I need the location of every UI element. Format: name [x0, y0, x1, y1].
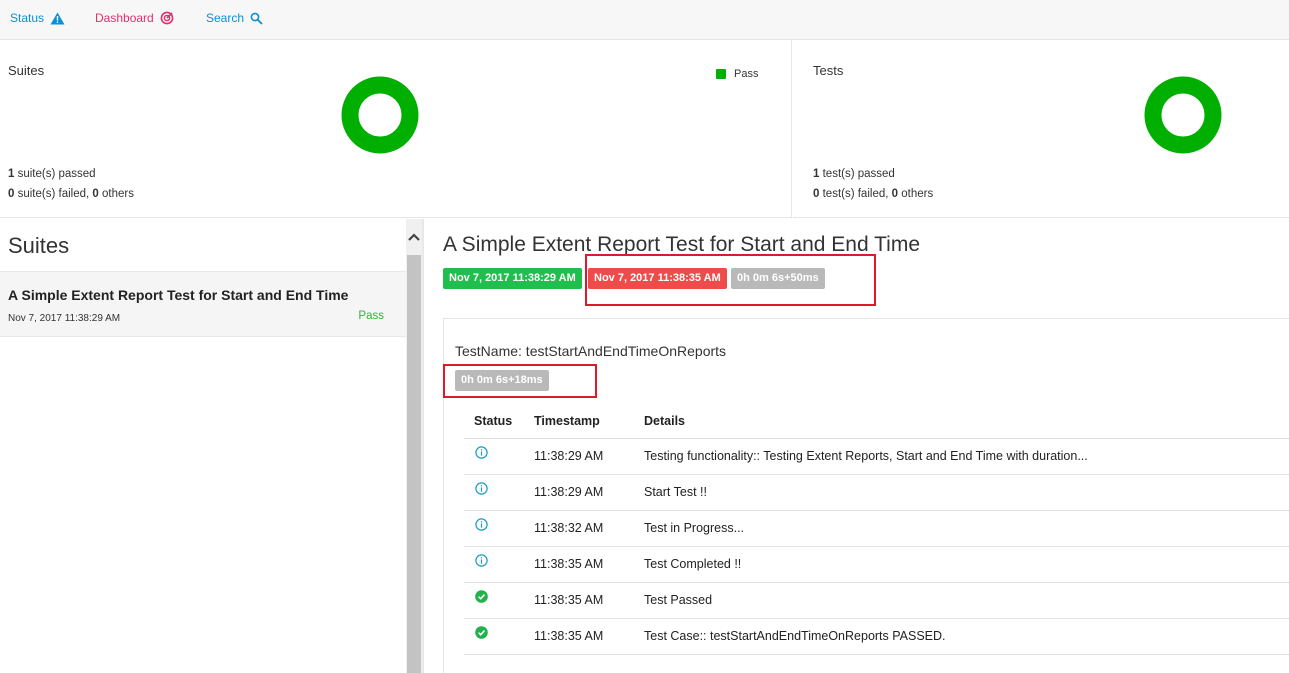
log-timestamp: 11:38:35 AM — [524, 582, 634, 619]
tests-others-text: others — [898, 188, 934, 200]
suite-list-panel: Suites A Simple Extent Report Test for S… — [0, 219, 406, 673]
suites-donut-pass-arc — [341, 76, 419, 154]
tests-failed-stat: 0 test(s) failed, 0 others — [813, 188, 933, 200]
suites-legend: Pass — [716, 68, 758, 80]
node-duration-highlight — [443, 364, 597, 398]
warning-icon — [50, 12, 65, 24]
suites-card-title: Suites — [8, 63, 45, 78]
log-table: Status Timestamp Details 11:38:29 AM Tes… — [464, 405, 1289, 655]
panel-divider — [422, 219, 424, 673]
scroll-up-button[interactable] — [406, 219, 422, 255]
log-row: 11:38:29 AM Testing functionality:: Test… — [464, 438, 1289, 475]
search-icon — [250, 12, 263, 25]
suite-item-status: Pass — [358, 310, 384, 322]
test-node-name: TestName: testStartAndEndTimeOnReports — [455, 343, 727, 359]
top-nav: Status Dashboard Search — [0, 0, 1289, 40]
suite-list-item[interactable]: A Simple Extent Report Test for Start an… — [0, 271, 406, 337]
tests-donut-pass-arc — [1144, 76, 1222, 154]
log-header-row: Status Timestamp Details — [464, 405, 1289, 439]
scroll-thumb[interactable] — [407, 255, 421, 673]
info-icon — [475, 446, 488, 459]
tests-passed-text: test(s) passed — [819, 168, 895, 180]
start-time-badge: Nov 7, 2017 11:38:29 AM — [443, 268, 582, 289]
dashboard-icon — [160, 11, 174, 25]
log-details: Test in Progress... — [634, 510, 1289, 547]
log-row: 11:38:29 AM Start Test !! — [464, 474, 1289, 511]
check-icon — [475, 590, 488, 603]
log-timestamp: 11:38:35 AM — [524, 546, 634, 583]
log-status-cell — [464, 510, 524, 547]
log-status-cell — [464, 582, 524, 619]
tests-donut-chart — [1144, 76, 1222, 154]
nav-search[interactable]: Search — [206, 11, 263, 25]
log-timestamp: 11:38:29 AM — [524, 438, 634, 475]
log-timestamp: 11:38:35 AM — [524, 618, 634, 655]
suites-others-text: others — [98, 188, 134, 200]
log-details: Testing functionality:: Testing Extent R… — [634, 438, 1289, 475]
chevron-up-icon — [408, 233, 420, 241]
log-status-cell — [464, 546, 524, 583]
end-time-duration-highlight — [585, 254, 876, 306]
suites-failed-text: suite(s) failed, — [14, 188, 93, 200]
log-status-cell — [464, 438, 524, 475]
log-details: Test Passed — [634, 582, 1289, 619]
suite-list-title: Suites — [8, 233, 70, 258]
log-status-cell — [464, 474, 524, 511]
tests-passed-stat: 1 test(s) passed — [813, 168, 895, 180]
log-status-cell — [464, 618, 524, 655]
suites-summary-card: Suites Pass 1 suite(s) passed 0 suite(s)… — [0, 40, 792, 218]
log-details: Test Case:: testStartAndEndTimeOnReports… — [634, 618, 1289, 655]
log-timestamp: 11:38:32 AM — [524, 510, 634, 547]
log-row: 11:38:32 AM Test in Progress... — [464, 510, 1289, 547]
status-column-header: Status — [464, 405, 524, 439]
nav-status-label: Status — [10, 11, 45, 25]
suite-item-name: A Simple Extent Report Test for Start an… — [8, 287, 349, 303]
tests-summary-card: Tests 1 test(s) passed 0 test(s) failed,… — [793, 40, 1289, 218]
log-row: 11:38:35 AM Test Passed — [464, 582, 1289, 619]
nav-search-label: Search — [206, 11, 245, 25]
info-icon — [475, 518, 488, 531]
details-column-header: Details — [634, 405, 1289, 439]
log-details: Test Completed !! — [634, 546, 1289, 583]
suites-failed-stat: 0 suite(s) failed, 0 others — [8, 188, 134, 200]
log-timestamp: 11:38:29 AM — [524, 474, 634, 511]
info-icon — [475, 554, 488, 567]
nav-dashboard[interactable]: Dashboard — [95, 11, 174, 25]
suite-item-time: Nov 7, 2017 11:38:29 AM — [8, 313, 121, 324]
nav-dashboard-label: Dashboard — [95, 11, 154, 25]
tests-card-title: Tests — [813, 63, 844, 78]
suites-donut-chart — [341, 76, 419, 154]
log-row: 11:38:35 AM Test Case:: testStartAndEndT… — [464, 618, 1289, 655]
log-details: Start Test !! — [634, 474, 1289, 511]
check-icon — [475, 626, 488, 639]
suites-passed-stat: 1 suite(s) passed — [8, 168, 96, 180]
suite-list-scrollbar[interactable] — [406, 219, 422, 673]
log-row: 11:38:35 AM Test Completed !! — [464, 546, 1289, 583]
suites-passed-text: suite(s) passed — [14, 168, 96, 180]
pass-legend-label: Pass — [734, 68, 759, 80]
tests-failed-text: test(s) failed, — [819, 188, 892, 200]
timestamp-column-header: Timestamp — [524, 405, 634, 439]
pass-legend-swatch — [716, 69, 726, 79]
info-icon — [475, 482, 488, 495]
nav-status[interactable]: Status — [10, 11, 65, 25]
